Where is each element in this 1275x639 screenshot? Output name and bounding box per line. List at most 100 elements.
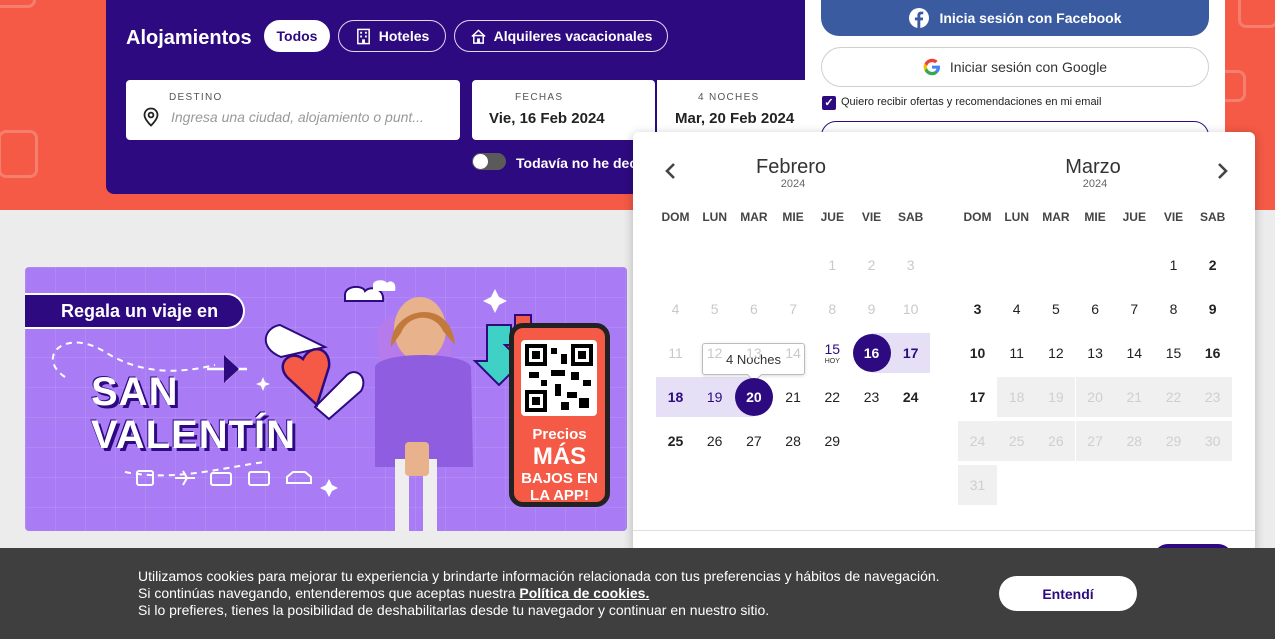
calendar-day[interactable]: 13 xyxy=(1076,333,1115,373)
calendar-day[interactable]: 19 xyxy=(695,377,735,417)
calendar-day[interactable]: 8 xyxy=(1154,289,1193,329)
calendar-day[interactable]: 24 xyxy=(891,377,930,417)
calendar-day[interactable]: 4 xyxy=(997,289,1036,329)
accept-cookies-button[interactable]: Entendí xyxy=(999,576,1137,611)
tab-todos[interactable]: Todos xyxy=(264,20,330,52)
calendar-day: 9 xyxy=(867,301,876,317)
calendar-day[interactable]: 27 xyxy=(734,421,773,461)
banner-title: SAN VALENTÍN xyxy=(91,371,296,457)
calendar-day: 10 xyxy=(902,301,919,317)
calendar-day[interactable]: 17 xyxy=(958,377,997,417)
calendar-day[interactable]: 12 xyxy=(1036,333,1075,373)
building-icon xyxy=(356,28,370,44)
calendar-day[interactable]: 6 xyxy=(1076,289,1115,329)
month-year-mar: 2024 xyxy=(1082,178,1108,190)
calendar-day[interactable]: 18 xyxy=(656,377,695,417)
destination-input[interactable]: Ingresa una ciudad, alojamiento o punt..… xyxy=(171,109,439,125)
facebook-login-button[interactable]: Inicia sesión con Facebook xyxy=(821,0,1209,36)
calendar-day[interactable]: 16 xyxy=(1193,333,1232,373)
calendar-footer-divider xyxy=(633,530,1255,531)
calendar-day: 4 xyxy=(671,301,680,317)
calendar-day[interactable]: 1 xyxy=(1154,245,1193,285)
prev-month-button[interactable] xyxy=(663,162,677,180)
checkin-value: Vie, 16 Feb 2024 xyxy=(489,110,605,127)
weekday-header: LUN xyxy=(1004,210,1030,224)
calendar-day[interactable]: 16 xyxy=(852,333,891,373)
weekday-header: DOM xyxy=(963,210,992,224)
app-phone-mockup: Precios MÁS BAJOS EN LA APP! xyxy=(509,323,610,507)
calendar-day[interactable]: 14 xyxy=(1115,333,1154,373)
calendar-day: 20 xyxy=(1075,377,1115,417)
weekday-header: MAR xyxy=(1042,210,1070,224)
calendar-day[interactable]: 3 xyxy=(958,289,997,329)
calendar-day[interactable]: 15 xyxy=(1154,333,1193,373)
travel-icons-row xyxy=(136,470,312,486)
calendar-day: 21 xyxy=(1114,377,1154,417)
calendar-day[interactable]: 29 xyxy=(813,421,852,461)
date-picker: Febrero 2024 Marzo 2024 DOM LUN MAR MIE JUE V… xyxy=(633,132,1255,574)
house-icon xyxy=(470,28,486,44)
tab-label: Todos xyxy=(276,28,318,44)
calendar-day[interactable]: 21 xyxy=(774,377,813,417)
calendar-day[interactable]: 10 xyxy=(958,333,997,373)
destination-label: DESTINO xyxy=(169,92,223,103)
cookie-text: Utilizamos cookies para mejorar tu exper… xyxy=(138,568,940,619)
app-promo-line4: LA APP! xyxy=(530,487,589,504)
google-login-button[interactable]: Iniciar sesión con Google xyxy=(821,47,1209,87)
search-title: Alojamientos xyxy=(126,27,252,49)
dates-undecided-toggle[interactable] xyxy=(472,153,506,170)
calendar-day[interactable]: 2 xyxy=(1193,245,1232,285)
calendar-day: 27 xyxy=(1075,421,1115,461)
valentines-banner[interactable]: Regala un viaje en SAN VALENTÍN Precios … xyxy=(25,267,627,531)
checkout-field[interactable]: 4 NOCHES Mar, 20 Feb 2024 xyxy=(657,80,817,140)
destination-field[interactable]: DESTINO Ingresa una ciudad, alojamiento … xyxy=(126,80,460,140)
calendar-day[interactable]: 9 xyxy=(1193,289,1232,329)
tab-hoteles[interactable]: Hoteles xyxy=(338,20,446,52)
cookie-line3: Si lo prefieres, tienes la posibilidad d… xyxy=(138,602,770,618)
month-year-feb: 2024 xyxy=(780,178,806,190)
tab-label: Hoteles xyxy=(378,28,430,44)
chevron-right-icon xyxy=(1218,163,1228,179)
calendar-day: 19 xyxy=(1036,377,1076,417)
login-panel: Inicia sesión con Facebook Iniciar sesió… xyxy=(805,0,1225,151)
calendar-day[interactable]: 17 xyxy=(891,333,931,373)
calendar-day[interactable]: 15 HOY xyxy=(813,333,852,373)
calendar-day[interactable]: 23 xyxy=(852,377,891,417)
qr-code xyxy=(521,340,597,416)
calendar-day[interactable]: 26 xyxy=(695,421,734,461)
dates-undecided-label: Todavía no he dec xyxy=(516,155,638,171)
calendar-day: 8 xyxy=(828,301,837,317)
calendar-day[interactable]: 28 xyxy=(774,421,813,461)
calendar-day: 29 xyxy=(1154,421,1193,461)
calendar-day[interactable]: 7 xyxy=(1115,289,1154,329)
checkin-field[interactable]: FECHAS Vie, 16 Feb 2024 xyxy=(472,80,655,140)
calendar-day: 5 xyxy=(710,301,719,317)
calendar-day: 31 xyxy=(958,465,997,505)
next-month-button[interactable] xyxy=(1216,162,1230,180)
calendar-day: 6 xyxy=(749,301,758,317)
calendar-day: 11 xyxy=(668,345,683,361)
month-title-mar: Marzo xyxy=(1065,156,1121,178)
calendar-day[interactable]: 20 xyxy=(734,377,774,417)
building-deco-icon xyxy=(1238,0,1275,28)
offers-checkbox[interactable]: ✓ xyxy=(822,96,836,110)
app-promo-line2: MÁS xyxy=(532,443,587,470)
cookie-banner: Utilizamos cookies para mejorar tu exper… xyxy=(0,548,1275,639)
calendar-day: 3 xyxy=(906,257,915,273)
calendar-day[interactable]: 25 xyxy=(656,421,695,461)
calendar-day: 1 xyxy=(828,257,837,273)
app-promo-line3: BAJOS EN xyxy=(521,470,598,487)
calendar-day[interactable]: 11 xyxy=(997,333,1036,373)
nights-label: 4 NOCHES xyxy=(698,92,760,103)
calendar-day: 28 xyxy=(1114,421,1154,461)
cookie-policy-link[interactable]: Política de cookies. xyxy=(519,585,649,601)
banner-title-line1: SAN xyxy=(91,370,179,414)
calendar-day[interactable]: 5 xyxy=(1036,289,1075,329)
tab-alquileres[interactable]: Alquileres vacacionales xyxy=(454,20,668,52)
calendar-day: 22 xyxy=(1154,377,1193,417)
checkin-label: FECHAS xyxy=(515,92,564,103)
banner-title-line2: VALENTÍN xyxy=(91,413,297,457)
calendar-day: 23 xyxy=(1193,377,1233,417)
weekday-header: MIE xyxy=(782,210,804,224)
calendar-day[interactable]: 22 xyxy=(813,377,852,417)
